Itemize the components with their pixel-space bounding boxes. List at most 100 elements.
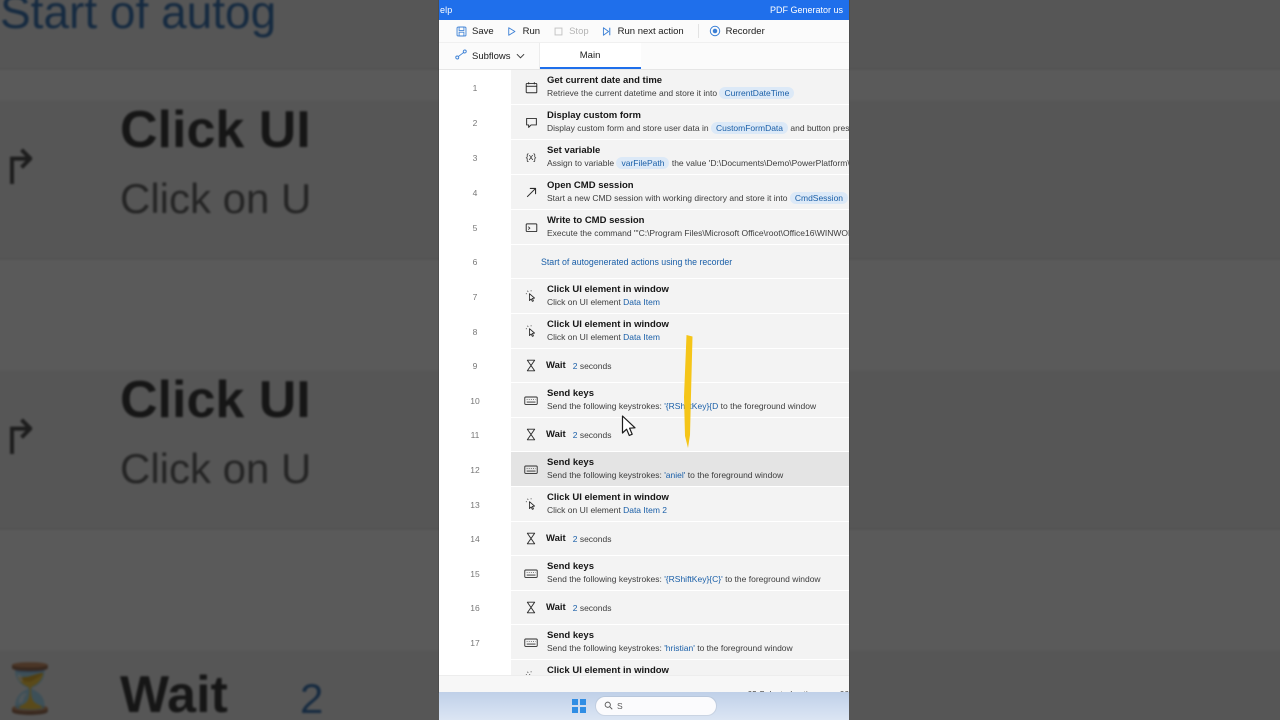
- action-card[interactable]: Get current date and time Retrieve the c…: [511, 70, 849, 105]
- keystrokes-value[interactable]: 'hristian': [664, 643, 695, 653]
- table-row[interactable]: 1 Get current date and time Retrieve the…: [439, 70, 849, 105]
- row-number: 18: [439, 660, 511, 675]
- table-row[interactable]: 14 Wait 2 seconds: [439, 522, 849, 556]
- variable-pill[interactable]: CurrentDateTime: [719, 87, 795, 99]
- play-icon: [506, 25, 518, 37]
- record-icon: [709, 25, 721, 37]
- screen-root: 6 Start of autog 7 ↱ Click UI Click on U…: [0, 0, 1280, 720]
- tabs-row: Subflows Main: [439, 43, 849, 70]
- variable-pill[interactable]: CustomFormData: [710, 122, 789, 134]
- action-card[interactable]: Wait 2 seconds: [511, 591, 849, 625]
- tab-main[interactable]: Main: [539, 43, 641, 69]
- stop-icon: [552, 25, 564, 37]
- action-text: Send keys Send the following keystrokes:…: [547, 630, 849, 654]
- action-card[interactable]: Display custom form Display custom form …: [511, 105, 849, 140]
- action-text: Click UI element in window Click on UI e…: [547, 319, 849, 343]
- action-subtitle: Click on UI element Data Item: [547, 296, 849, 308]
- table-row[interactable]: 15 Send keys Send the following keystrok…: [439, 556, 849, 591]
- table-row[interactable]: 11 Wait 2 seconds: [439, 418, 849, 452]
- action-card[interactable]: {x} Set variable Assign to variable varF…: [511, 140, 849, 175]
- variable-pill[interactable]: varFilePath: [616, 157, 670, 169]
- menu-help-label[interactable]: elp: [439, 5, 452, 15]
- taskbar-search-input[interactable]: S: [596, 697, 716, 715]
- table-row[interactable]: 9 Wait 2 seconds: [439, 349, 849, 383]
- launch-arrow-icon: [523, 186, 539, 199]
- table-row[interactable]: 7 Click UI element in window Click on UI…: [439, 279, 849, 314]
- action-sub-before: Send the following keystrokes:: [547, 401, 662, 411]
- action-card-selected[interactable]: Send keys Send the following keystrokes:…: [511, 452, 849, 487]
- action-subtitle: 2 seconds: [573, 602, 612, 614]
- action-subtitle: 2 seconds: [573, 360, 612, 372]
- action-sub-before: Send the following keystrokes:: [547, 643, 662, 653]
- variable-pill[interactable]: CmdSession: [789, 192, 849, 204]
- hourglass-icon: [523, 601, 539, 614]
- action-card[interactable]: Send keys Send the following keystrokes:…: [511, 383, 849, 418]
- table-row[interactable]: 18 Click UI element in window Click on U…: [439, 660, 849, 675]
- action-card[interactable]: Wait 2 seconds: [511, 418, 849, 452]
- stop-button[interactable]: Stop: [548, 21, 597, 42]
- action-title: Send keys: [547, 561, 594, 572]
- form-icon: [523, 116, 539, 129]
- wait-value[interactable]: 2: [573, 603, 578, 613]
- keyboard-icon: [523, 637, 539, 648]
- keystrokes-value[interactable]: '{RShiftKey}{C}': [664, 574, 723, 584]
- step-over-icon: [601, 25, 613, 37]
- table-row[interactable]: 6 Start of autogenerated actions using t…: [439, 245, 849, 279]
- action-card[interactable]: Wait 2 seconds: [511, 349, 849, 383]
- save-button[interactable]: Save: [451, 21, 502, 42]
- actions-list[interactable]: 1 Get current date and time Retrieve the…: [439, 70, 849, 675]
- subflows-dropdown[interactable]: Subflows: [439, 43, 540, 69]
- action-text: Display custom form Display custom form …: [547, 110, 849, 134]
- data-item-link[interactable]: Data Item 2: [623, 505, 667, 515]
- action-title: Send keys: [547, 388, 594, 399]
- click-cursor-icon: [523, 497, 539, 511]
- tabs-empty-area: [640, 43, 849, 69]
- action-card[interactable]: Click UI element in window Click on UI e…: [511, 279, 849, 314]
- wait-value[interactable]: 2: [573, 361, 578, 371]
- wait-unit: seconds: [579, 429, 612, 440]
- windows-start-icon[interactable]: [572, 699, 586, 713]
- table-row[interactable]: 10 Send keys Send the following keystrok…: [439, 383, 849, 418]
- row-number: 16: [439, 591, 511, 625]
- action-card[interactable]: Open CMD session Start a new CMD session…: [511, 175, 849, 210]
- table-row[interactable]: 2 Display custom form Display custom for…: [439, 105, 849, 140]
- recorder-note-text: Start of autogenerated actions using the…: [541, 256, 733, 267]
- keystrokes-value[interactable]: 'aniel': [664, 470, 685, 480]
- row-number: 7: [439, 279, 511, 314]
- action-card[interactable]: Send keys Send the following keystrokes:…: [511, 556, 849, 591]
- table-row[interactable]: 3 {x} Set variable Assign to variable va…: [439, 140, 849, 175]
- table-row[interactable]: 5 Write to CMD session Execute the comma…: [439, 210, 849, 245]
- save-icon: [455, 25, 467, 37]
- table-row[interactable]: 8 Click UI element in window Click on UI…: [439, 314, 849, 349]
- table-row[interactable]: 12 Send keys Send the following keystrok…: [439, 452, 849, 487]
- action-sub-after: to the foreground window: [725, 574, 821, 584]
- run-button[interactable]: Run: [502, 21, 548, 42]
- run-label: Run: [522, 25, 541, 37]
- action-text: Click UI element in window Click on UI e…: [547, 492, 849, 516]
- recorder-note-card[interactable]: Start of autogenerated actions using the…: [511, 245, 849, 279]
- table-row[interactable]: 4 Open CMD session Start a new CMD sessi…: [439, 175, 849, 210]
- wait-value[interactable]: 2: [573, 534, 578, 544]
- row-number: 5: [439, 210, 511, 245]
- action-card[interactable]: Click UI element in window Click on UI e…: [511, 487, 849, 522]
- action-title: Get current date and time: [547, 75, 663, 86]
- table-row[interactable]: 16 Wait 2 seconds: [439, 591, 849, 625]
- variable-icon: {x}: [525, 152, 537, 162]
- run-next-action-button[interactable]: Run next action: [597, 21, 692, 42]
- action-card[interactable]: Write to CMD session Execute the command…: [511, 210, 849, 245]
- table-row[interactable]: 17 Send keys Send the following keystrok…: [439, 625, 849, 660]
- table-row[interactable]: 13 Click UI element in window Click on U…: [439, 487, 849, 522]
- action-card[interactable]: Click UI element in window Click on UI e…: [511, 660, 849, 675]
- action-card[interactable]: Send keys Send the following keystrokes:…: [511, 625, 849, 660]
- recorder-button[interactable]: Recorder: [705, 21, 773, 42]
- action-card[interactable]: Click UI element in window Click on UI e…: [511, 314, 849, 349]
- keystrokes-value[interactable]: '{RShiftKey}{D: [664, 401, 718, 411]
- wait-unit: seconds: [579, 360, 612, 371]
- recorder-label: Recorder: [725, 25, 765, 37]
- action-subtitle: Send the following keystrokes: 'aniel' t…: [547, 469, 849, 481]
- wait-value[interactable]: 2: [573, 430, 578, 440]
- data-item-link[interactable]: Data Item: [623, 332, 660, 342]
- data-item-link[interactable]: Data Item: [623, 297, 660, 307]
- action-card[interactable]: Wait 2 seconds: [511, 522, 849, 556]
- action-subtitle: Start a new CMD session with working dir…: [547, 192, 849, 204]
